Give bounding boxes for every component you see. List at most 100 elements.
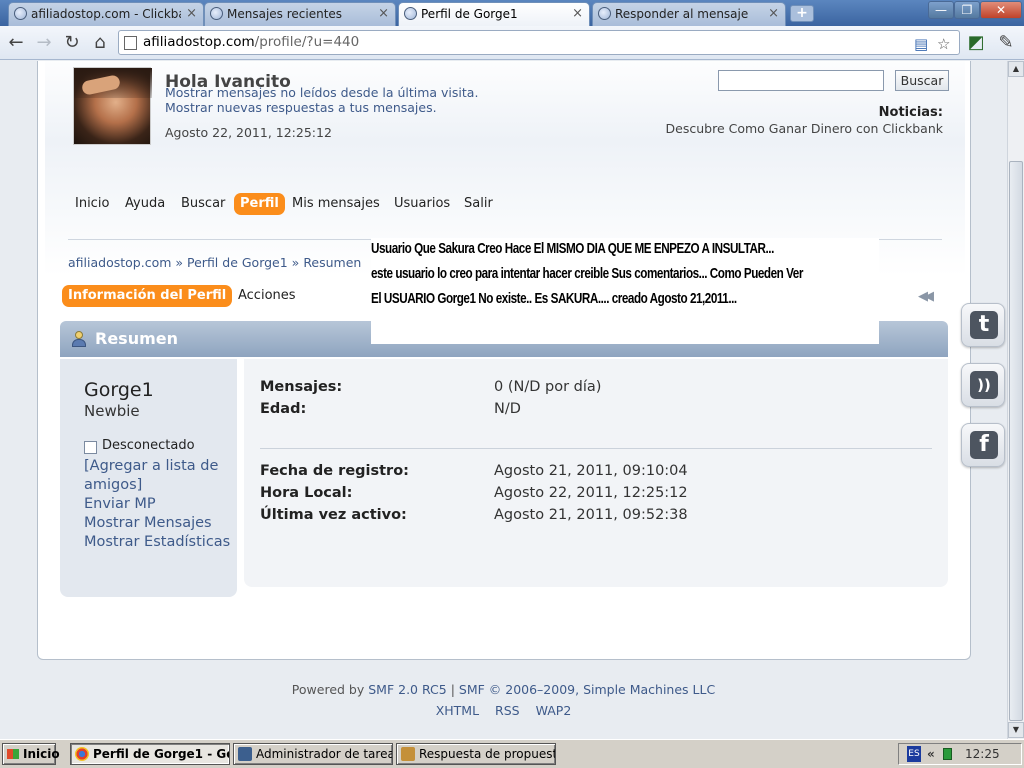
footer-credits: Powered by SMF 2.0 RC5 | SMF © 2006–2009… <box>291 682 716 697</box>
footer-links: XHTML RSS WAP2 <box>0 703 1007 718</box>
tab-perfil-gorge1[interactable]: Perfil de Gorge1 × <box>398 2 590 26</box>
last-active-label: Última vez activo: <box>260 507 407 523</box>
close-icon[interactable]: × <box>572 3 583 25</box>
profile-summary: Gorge1 Newbie Desconectado [Agregar a li… <box>60 359 237 597</box>
close-icon[interactable]: × <box>186 3 197 25</box>
windows-logo-icon <box>7 749 19 759</box>
breadcrumb-separator: » <box>291 255 300 270</box>
breadcrumb-profile[interactable]: Perfil de Gorge1 <box>187 255 288 270</box>
rss-button[interactable]: )) <box>961 363 1005 407</box>
new-replies-link[interactable]: Mostrar nuevas respuestas a tus mensajes… <box>165 100 437 115</box>
close-icon[interactable]: × <box>768 3 779 25</box>
tab-informacion-perfil[interactable]: Información del Perfil <box>62 285 233 307</box>
user-avatar <box>73 67 152 145</box>
home-icon[interactable]: ⌂ <box>88 31 112 55</box>
menu-item-mis-mensajes[interactable]: Mis mensajes <box>292 193 380 215</box>
send-pm-link[interactable]: Enviar MP <box>84 495 234 514</box>
menu-item-buscar[interactable]: Buscar <box>181 193 225 215</box>
taskbar-item-chrome[interactable]: Perfil de Gorge1 - Go... <box>70 743 230 765</box>
section-title: Resumen <box>95 329 178 348</box>
star-icon[interactable]: ☆ <box>937 35 950 53</box>
unread-posts-link[interactable]: Mostrar mensajes no leídos desde la últi… <box>165 85 478 100</box>
language-indicator[interactable]: ES <box>907 746 921 762</box>
minimize-button[interactable]: — <box>928 1 954 19</box>
page-viewport: Hola Ivancito Mostrar mensajes no leídos… <box>0 61 1007 739</box>
collapse-icon[interactable]: ◀◀ <box>918 289 934 304</box>
rss-link[interactable]: RSS <box>495 703 520 718</box>
tab-title: Responder al mensaje <box>615 7 749 21</box>
browser-tab-strip: afiliadostop.com - Clickbank E × Mensaje… <box>0 0 1024 26</box>
tab-clickbank[interactable]: afiliadostop.com - Clickbank E × <box>8 2 204 26</box>
wrench-icon[interactable]: ✎ <box>994 31 1018 55</box>
user-icon <box>71 331 87 347</box>
last-active-value: Agosto 21, 2011, 09:52:38 <box>494 507 688 523</box>
rss-icon: )) <box>970 371 998 399</box>
globe-icon <box>210 7 223 20</box>
twitter-button[interactable]: t <box>961 303 1005 347</box>
age-label: Edad: <box>260 401 307 417</box>
annotation-overlay: Usuario Que Sakura Creo Hace El MISMO DI… <box>371 238 879 344</box>
search-input[interactable] <box>718 70 884 91</box>
scroll-up-icon[interactable]: ▲ <box>1008 61 1024 77</box>
forward-arrow-icon[interactable]: → <box>32 31 56 55</box>
local-time-value: Agosto 22, 2011, 12:25:12 <box>494 485 688 501</box>
menu-item-usuarios[interactable]: Usuarios <box>394 193 450 215</box>
tab-title: Mensajes recientes <box>227 7 343 21</box>
vertical-scrollbar[interactable]: ▲ ▼ <box>1007 61 1024 739</box>
reload-icon[interactable]: ↻ <box>60 31 84 55</box>
tab-responder[interactable]: Responder al mensaje × <box>592 2 786 26</box>
add-buddy-link[interactable]: [Agregar a lista de amigos] <box>84 457 234 495</box>
smf-version-link[interactable]: SMF 2.0 RC5 <box>368 682 446 697</box>
facebook-button[interactable]: f <box>961 423 1005 467</box>
profile-details: Mensajes: 0 (N/D por día) Edad: N/D Fech… <box>244 359 948 587</box>
breadcrumb-home[interactable]: afiliadostop.com <box>68 255 171 270</box>
annotation-line: El USUARIO Gorge1 No existe.. Es SAKURA.… <box>371 290 737 307</box>
start-button[interactable]: Inicio <box>2 743 60 765</box>
url-text[interactable]: afiliadostop.com/profile/?u=440 <box>143 34 359 50</box>
document-icon <box>401 747 415 761</box>
new-tab-button[interactable]: + <box>790 5 814 22</box>
restore-button[interactable]: ❐ <box>954 1 980 19</box>
menu-item-salir[interactable]: Salir <box>464 193 493 215</box>
close-window-button[interactable]: ✕ <box>980 1 1022 19</box>
back-arrow-icon[interactable]: ← <box>4 31 28 55</box>
profile-rank: Newbie <box>84 402 140 420</box>
local-time-label: Hora Local: <box>260 485 353 501</box>
menu-item-ayuda[interactable]: Ayuda <box>125 193 165 215</box>
windows-taskbar: Inicio Perfil de Gorge1 - Go... Administ… <box>0 739 1024 768</box>
tab-acciones[interactable]: Acciones <box>238 285 296 307</box>
divider <box>260 448 932 449</box>
taskbar-item-task-manager[interactable]: Administrador de tareas d... <box>233 743 393 765</box>
scroll-thumb[interactable] <box>1009 161 1023 721</box>
system-tray: ES « 12:25 a.m. <box>898 743 1022 768</box>
search-button[interactable]: Buscar <box>895 70 949 91</box>
page-icon <box>124 36 137 50</box>
forum-container: Hola Ivancito Mostrar mensajes no leídos… <box>37 61 971 660</box>
network-icon[interactable] <box>943 748 952 760</box>
breadcrumb-separator: » <box>175 255 184 270</box>
news-item: Descubre Como Ganar Dinero con Clickbank <box>665 121 943 136</box>
show-stats-link[interactable]: Mostrar Estadísticas <box>84 533 234 552</box>
menu-item-perfil[interactable]: Perfil <box>234 193 285 215</box>
tray-expand-icon[interactable]: « <box>927 744 935 764</box>
smf-copyright-link[interactable]: SMF © 2006–2009, Simple Machines LLC <box>459 682 715 697</box>
address-bar[interactable]: afiliadostop.com/profile/?u=440 ▤ ☆ <box>118 30 960 55</box>
menu-item-inicio[interactable]: Inicio <box>75 193 109 215</box>
browser-toolbar: ← → ↻ ⌂ afiliadostop.com/profile/?u=440 … <box>0 26 1024 60</box>
clock: 12:25 a.m. <box>965 747 1000 768</box>
xhtml-link[interactable]: XHTML <box>436 703 479 718</box>
task-manager-icon <box>238 747 252 761</box>
facebook-icon: f <box>970 431 998 459</box>
extension-icon[interactable]: ◩ <box>964 31 988 55</box>
globe-icon <box>14 7 27 20</box>
breadcrumb-current[interactable]: Resumen <box>303 255 361 270</box>
annotation-line: Usuario Que Sakura Creo Hace El MISMO DI… <box>371 240 774 257</box>
taskbar-item-document[interactable]: Respuesta de propuesta ... <box>396 743 556 765</box>
tab-mensajes-recientes[interactable]: Mensajes recientes × <box>204 2 396 26</box>
wap2-link[interactable]: WAP2 <box>536 703 572 718</box>
close-icon[interactable]: × <box>378 3 389 25</box>
twitter-icon: t <box>970 311 998 339</box>
show-posts-link[interactable]: Mostrar Mensajes <box>84 514 234 533</box>
scroll-down-icon[interactable]: ▼ <box>1008 722 1024 738</box>
translate-icon[interactable]: ▤ <box>914 35 928 53</box>
